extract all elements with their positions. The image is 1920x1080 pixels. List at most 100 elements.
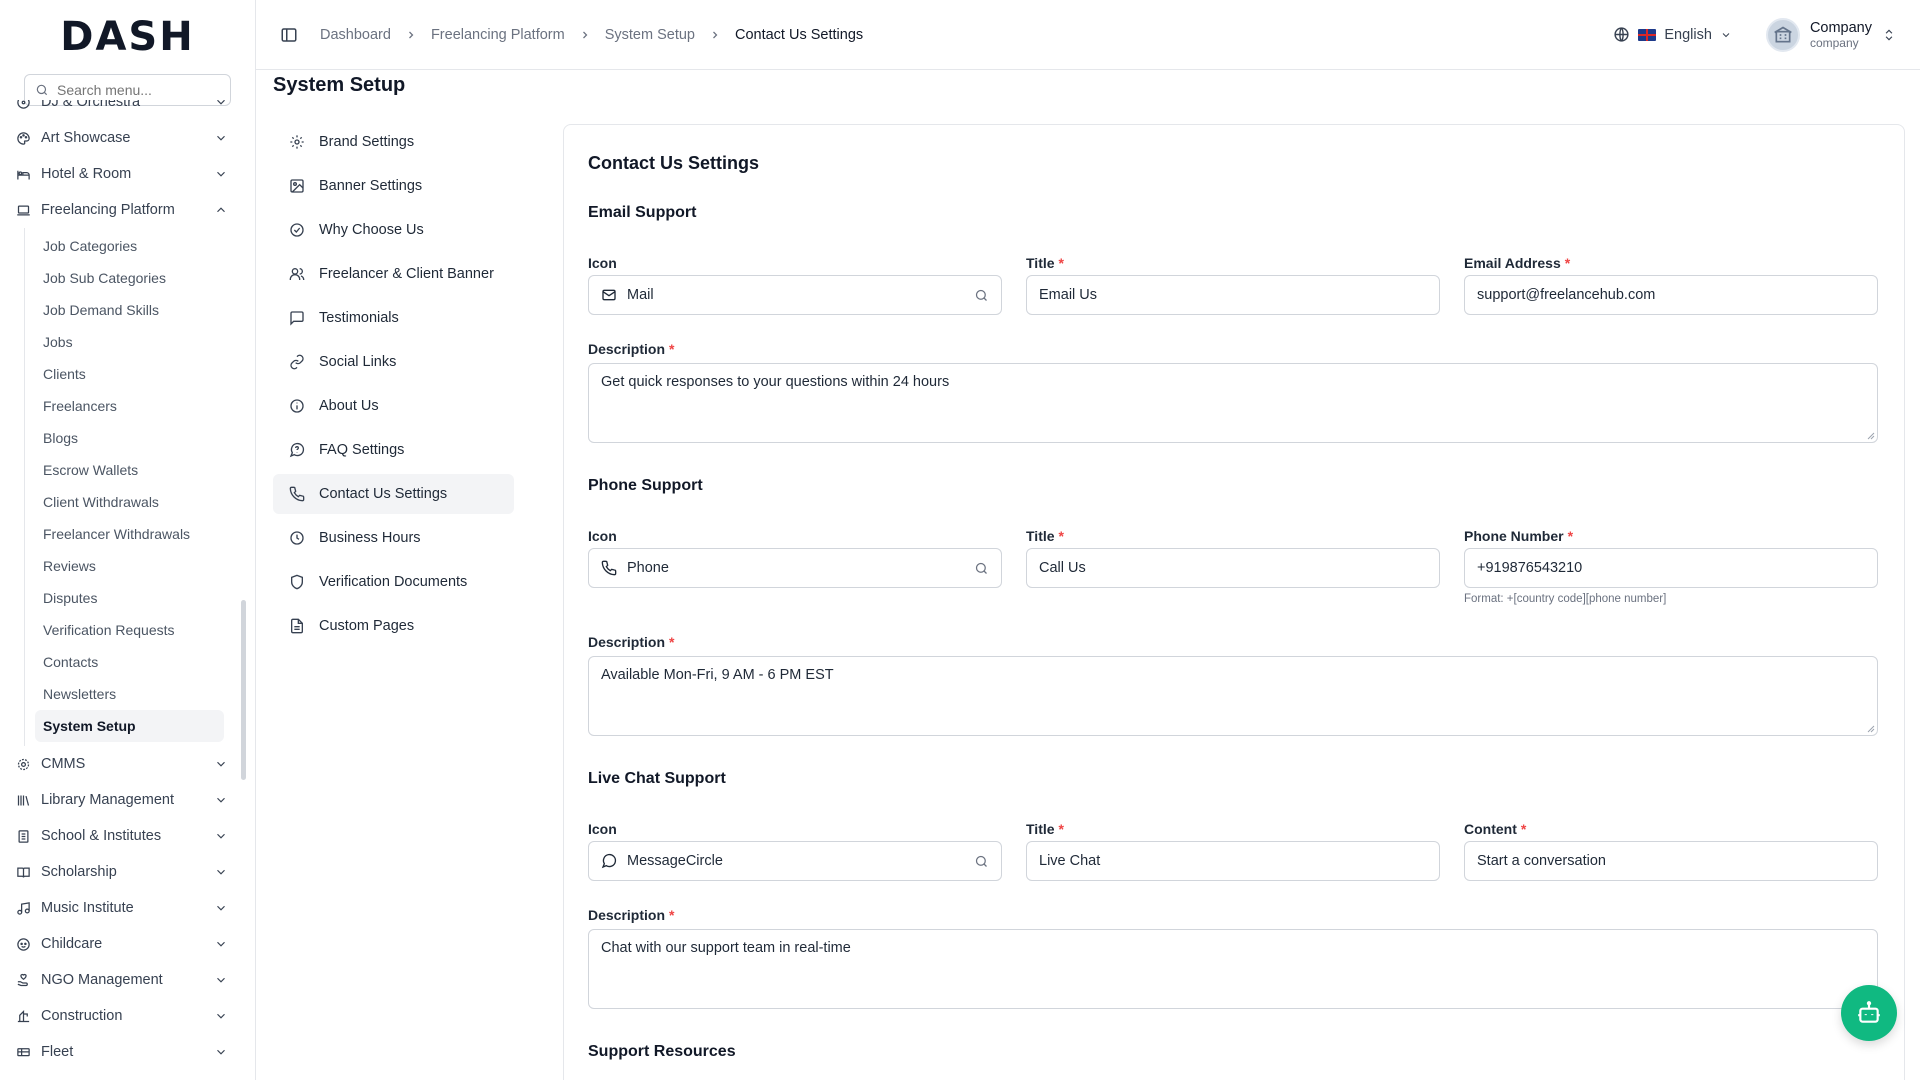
sidebar-item-construction[interactable]: Construction xyxy=(0,998,244,1034)
logo[interactable]: DASH xyxy=(0,0,255,74)
settings-nav-verification-documents[interactable]: Verification Documents xyxy=(273,562,514,602)
palette-icon xyxy=(16,131,31,146)
chat-section-title: Live Chat Support xyxy=(588,770,726,787)
settings-nav-brand[interactable]: Brand Settings xyxy=(273,122,514,162)
chevron-down-icon xyxy=(1720,29,1732,41)
sidebar-subitem[interactable]: Escrow Wallets xyxy=(35,454,224,486)
settings-nav-business-hours[interactable]: Business Hours xyxy=(273,518,514,558)
sidebar-subitem[interactable]: Clients xyxy=(35,358,224,390)
chat-title-input[interactable]: Live Chat xyxy=(1026,841,1440,881)
language-selector[interactable]: English xyxy=(1613,26,1732,43)
chatbot-button[interactable] xyxy=(1841,985,1897,1041)
settings-nav-custom-pages[interactable]: Custom Pages xyxy=(273,606,514,646)
search-icon[interactable] xyxy=(974,288,989,303)
search-icon[interactable] xyxy=(974,854,989,869)
sidebar-item-childcare[interactable]: Childcare xyxy=(0,926,244,962)
sidebar-item-hotel-room[interactable]: Hotel & Room xyxy=(0,156,244,192)
chat-content-input[interactable]: Start a conversation xyxy=(1464,841,1878,881)
chat-description-textarea[interactable]: Chat with our support team in real-time xyxy=(588,929,1878,1009)
settings-nav-banner[interactable]: Banner Settings xyxy=(273,166,514,206)
sidebar-subitem[interactable]: Newsletters xyxy=(35,678,224,710)
mail-icon xyxy=(601,287,617,303)
search-icon[interactable] xyxy=(974,561,989,576)
sidebar-subitem[interactable]: Contacts xyxy=(35,646,224,678)
phone-icon-label: Icon xyxy=(588,528,617,544)
sidebar-subitem[interactable]: Client Withdrawals xyxy=(35,486,224,518)
sidebar-subitem-active[interactable]: System Setup xyxy=(35,710,224,742)
sidebar-subitem[interactable]: Blogs xyxy=(35,422,224,454)
settings-nav-about-us[interactable]: About Us xyxy=(273,386,514,426)
settings-nav-social-links[interactable]: Social Links xyxy=(273,342,514,382)
settings-nav-freelancer-client-banner[interactable]: Freelancer & Client Banner xyxy=(273,254,514,294)
sidebar-subitem[interactable]: Reviews xyxy=(35,550,224,582)
chevron-down-icon xyxy=(214,757,228,771)
email-description-textarea[interactable]: Get quick responses to your questions wi… xyxy=(588,363,1878,443)
sidebar-item-cmms[interactable]: CMMS xyxy=(0,746,244,782)
settings-nav-contact-us[interactable]: Contact Us Settings xyxy=(273,474,514,514)
sidebar-subitem[interactable]: Job Sub Categories xyxy=(35,262,224,294)
sidebar-item-art-showcase[interactable]: Art Showcase xyxy=(0,120,244,156)
info-icon xyxy=(289,398,305,414)
sidebar-item-music-institute[interactable]: Music Institute xyxy=(0,890,244,926)
search-input[interactable] xyxy=(57,82,227,98)
phone-number-label: Phone Number * xyxy=(1464,528,1574,544)
chevron-right-icon xyxy=(405,29,417,41)
email-title-label: Title * xyxy=(1026,255,1064,271)
chat-icon-picker[interactable]: MessageCircle xyxy=(588,841,1002,881)
settings-nav-why-choose-us[interactable]: Why Choose Us xyxy=(273,210,514,250)
settings-nav-testimonials[interactable]: Testimonials xyxy=(273,298,514,338)
bot-icon xyxy=(1856,1000,1882,1026)
chat-icon-label: Icon xyxy=(588,821,617,837)
phone-description-textarea[interactable]: Available Mon-Fri, 9 AM - 6 PM EST xyxy=(588,656,1878,736)
hand-heart-icon xyxy=(16,973,31,988)
user-menu[interactable]: Company company xyxy=(1765,17,1896,52)
email-title-input[interactable]: Email Us xyxy=(1026,275,1440,315)
email-address-label: Email Address * xyxy=(1464,255,1571,271)
sidebar-item-scholarship[interactable]: Scholarship xyxy=(0,854,244,890)
avatar xyxy=(1765,17,1800,52)
link-icon xyxy=(289,354,305,370)
phone-title-input[interactable]: Call Us xyxy=(1026,548,1440,588)
sidebar-item-dj-orchestra[interactable]: DJ & Orchestra xyxy=(0,100,244,120)
resize-grip-icon[interactable] xyxy=(1867,725,1875,733)
phone-icon-picker[interactable]: Phone xyxy=(588,548,1002,588)
user-role: company xyxy=(1809,35,1859,50)
phone-number-input[interactable]: +919876543210 xyxy=(1464,548,1878,588)
sidebar-subitem[interactable]: Job Demand Skills xyxy=(35,294,224,326)
sidebar-subitem[interactable]: Disputes xyxy=(35,582,224,614)
sidebar-item-ngo-management[interactable]: NGO Management xyxy=(0,962,244,998)
sidebar-subitem[interactable]: Verification Requests xyxy=(35,614,224,646)
phone-icon xyxy=(289,486,305,502)
breadcrumb-current: Contact Us Settings xyxy=(734,26,864,43)
language-label: English xyxy=(1664,26,1712,43)
chat-description-label: Description * xyxy=(588,907,675,923)
sidebar-item-freelancing-platform[interactable]: Freelancing Platform xyxy=(0,192,244,228)
breadcrumb-system-setup[interactable]: System Setup xyxy=(605,27,695,43)
email-address-input[interactable]: support@freelancehub.com xyxy=(1464,275,1878,315)
sidebar-item-fleet[interactable]: Fleet xyxy=(0,1034,244,1070)
contact-settings-card: Contact Us Settings Email Support Icon M… xyxy=(563,124,1905,1080)
message-circle-icon xyxy=(601,853,617,869)
truck-icon xyxy=(16,1045,31,1060)
search-icon xyxy=(35,83,49,97)
breadcrumb-dashboard[interactable]: Dashboard xyxy=(320,27,391,43)
sidebar-subitem[interactable]: Job Categories xyxy=(35,230,224,262)
chat-title-label: Title * xyxy=(1026,821,1064,837)
settings-nav: Brand Settings Banner Settings Why Choos… xyxy=(273,122,514,650)
sidebar-item-library-management[interactable]: Library Management xyxy=(0,782,244,818)
globe-icon xyxy=(1613,26,1630,43)
breadcrumb-freelancing-platform[interactable]: Freelancing Platform xyxy=(431,27,565,43)
chevron-up-icon xyxy=(214,203,228,217)
settings-nav-faq[interactable]: FAQ Settings xyxy=(273,430,514,470)
email-icon-label: Icon xyxy=(588,255,617,271)
sidebar-toggle-icon[interactable] xyxy=(280,26,298,44)
resize-grip-icon[interactable] xyxy=(1867,432,1875,440)
sidebar-subitem[interactable]: Jobs xyxy=(35,326,224,358)
sidebar-subitem[interactable]: Freelancer Withdrawals xyxy=(35,518,224,550)
bed-icon xyxy=(16,167,31,182)
sidebar-item-school-institutes[interactable]: School & Institutes xyxy=(0,818,244,854)
sidebar-scrollbar[interactable] xyxy=(241,600,246,780)
sidebar-subitem[interactable]: Freelancers xyxy=(35,390,224,422)
email-icon-picker[interactable]: Mail xyxy=(588,275,1002,315)
uk-flag-icon xyxy=(1638,28,1657,41)
